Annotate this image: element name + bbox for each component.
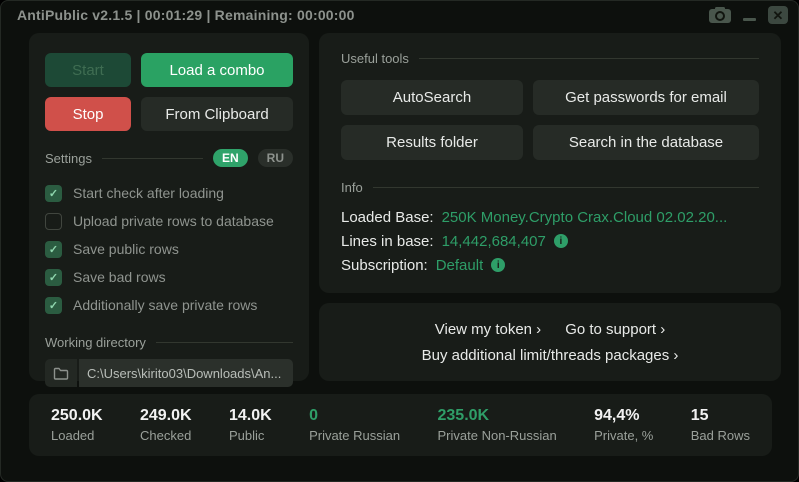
stat-label: Private Russian	[309, 428, 400, 443]
divider	[373, 187, 759, 188]
links-panel: View my token › Go to support › Buy addi…	[319, 303, 781, 381]
info-icon[interactable]: i	[554, 234, 568, 248]
stat-private-russian: 0 Private Russian	[309, 407, 400, 443]
checkbox-label: Start check after loading	[73, 185, 224, 201]
buy-packages-link[interactable]: Buy additional limit/threads packages ›	[422, 347, 679, 364]
checkbox-label: Save public rows	[73, 241, 179, 257]
get-passwords-button[interactable]: Get passwords for email	[533, 80, 759, 115]
stat-bad-rows: 15 Bad Rows	[691, 407, 750, 443]
control-panel: Start Load a combo Stop From Clipboard S…	[29, 33, 309, 381]
from-clipboard-button[interactable]: From Clipboard	[141, 97, 293, 131]
subscription-label: Subscription:	[341, 257, 428, 274]
app-window: AntiPublic v2.1.5 | 00:01:29 | Remaining…	[0, 0, 799, 482]
stat-label: Loaded	[51, 428, 103, 443]
links-line-1: View my token › Go to support ›	[435, 321, 666, 338]
folder-icon	[53, 367, 69, 380]
settings-header: Settings EN RU	[45, 149, 293, 167]
checkbox-label: Additionally save private rows	[73, 297, 257, 313]
stat-private-percent: 94,4% Private, %	[594, 407, 653, 443]
info-rows: Loaded Base: 250K Money.Crypto Crax.Clou…	[341, 205, 759, 277]
checkbox-label: Save bad rows	[73, 269, 166, 285]
title-bar: AntiPublic v2.1.5 | 00:01:29 | Remaining…	[1, 1, 798, 29]
subscription-value: Default	[436, 257, 484, 274]
useful-tools-grid: AutoSearch Get passwords for email Resul…	[341, 80, 759, 160]
stat-value: 15	[691, 407, 750, 425]
stat-value: 249.0K	[140, 407, 192, 425]
divider	[419, 58, 759, 59]
window-controls: ✕	[709, 6, 788, 24]
load-combo-button[interactable]: Load a combo	[141, 53, 293, 87]
subscription-row: Subscription: Default i	[341, 253, 759, 277]
screenshot-camera-icon[interactable]	[709, 7, 731, 23]
stat-public: 14.0K Public	[229, 407, 272, 443]
divider	[156, 342, 293, 343]
loaded-base-row: Loaded Base: 250K Money.Crypto Crax.Clou…	[341, 205, 759, 229]
minimize-button[interactable]	[743, 18, 756, 21]
stat-value: 94,4%	[594, 407, 653, 425]
checkbox-checked-icon[interactable]: ✓	[45, 269, 62, 286]
stat-value: 250.0K	[51, 407, 103, 425]
useful-tools-header: Useful tools	[341, 51, 759, 66]
results-folder-button[interactable]: Results folder	[341, 125, 523, 160]
window-title: AntiPublic v2.1.5 | 00:01:29 | Remaining…	[17, 7, 355, 23]
view-my-token-link[interactable]: View my token ›	[435, 321, 541, 338]
checkbox-unchecked-icon[interactable]	[45, 213, 62, 230]
checkbox-save-bad-rows[interactable]: ✓ Save bad rows	[45, 263, 293, 291]
stat-private-non-russian: 235.0K Private Non-Russian	[438, 407, 557, 443]
stat-value: 14.0K	[229, 407, 272, 425]
loaded-base-label: Loaded Base:	[341, 209, 434, 226]
settings-checkbox-list: ✓ Start check after loading Upload priva…	[45, 179, 293, 319]
checkbox-additionally-save-private-rows[interactable]: ✓ Additionally save private rows	[45, 291, 293, 319]
lines-in-base-label: Lines in base:	[341, 233, 434, 250]
stat-checked: 249.0K Checked	[140, 407, 192, 443]
stop-button[interactable]: Stop	[45, 97, 131, 131]
lines-in-base-value: 14,442,684,407	[442, 233, 546, 250]
settings-label: Settings	[45, 151, 92, 166]
run-buttons: Start Load a combo Stop From Clipboard	[45, 53, 293, 131]
stat-label: Checked	[140, 428, 192, 443]
language-ru-toggle[interactable]: RU	[258, 149, 293, 167]
go-to-support-link[interactable]: Go to support ›	[565, 321, 665, 338]
lines-in-base-row: Lines in base: 14,442,684,407 i	[341, 229, 759, 253]
stat-loaded: 250.0K Loaded	[51, 407, 103, 443]
info-label: Info	[341, 180, 363, 195]
language-en-toggle[interactable]: EN	[213, 149, 248, 167]
links-line-2: Buy additional limit/threads packages ›	[422, 347, 679, 364]
checkbox-upload-private-rows[interactable]: Upload private rows to database	[45, 207, 293, 235]
working-directory-path-input[interactable]	[79, 359, 293, 387]
checkbox-save-public-rows[interactable]: ✓ Save public rows	[45, 235, 293, 263]
stat-label: Bad Rows	[691, 428, 750, 443]
info-icon[interactable]: i	[491, 258, 505, 272]
working-directory-label: Working directory	[45, 335, 146, 350]
loaded-base-value: 250K Money.Crypto Crax.Cloud 02.02.20...	[442, 209, 728, 226]
browse-folder-button[interactable]	[45, 359, 77, 387]
checkbox-start-check-after-loading[interactable]: ✓ Start check after loading	[45, 179, 293, 207]
checkbox-checked-icon[interactable]: ✓	[45, 185, 62, 202]
checkbox-label: Upload private rows to database	[73, 213, 274, 229]
checkbox-checked-icon[interactable]: ✓	[45, 297, 62, 314]
useful-tools-label: Useful tools	[341, 51, 409, 66]
working-directory-header: Working directory	[45, 335, 293, 350]
stat-label: Private, %	[594, 428, 653, 443]
search-database-button[interactable]: Search in the database	[533, 125, 759, 160]
stat-value: 235.0K	[438, 407, 557, 425]
tools-info-panel: Useful tools AutoSearch Get passwords fo…	[319, 33, 781, 293]
divider	[102, 158, 203, 159]
stat-label: Public	[229, 428, 272, 443]
autosearch-button[interactable]: AutoSearch	[341, 80, 523, 115]
stats-bar: 250.0K Loaded 249.0K Checked 14.0K Publi…	[29, 394, 772, 456]
checkbox-checked-icon[interactable]: ✓	[45, 241, 62, 258]
info-header: Info	[341, 180, 759, 195]
stat-value: 0	[309, 407, 400, 425]
close-button[interactable]: ✕	[768, 6, 788, 24]
working-directory-row	[45, 359, 293, 387]
stat-label: Private Non-Russian	[438, 428, 557, 443]
start-button[interactable]: Start	[45, 53, 131, 87]
